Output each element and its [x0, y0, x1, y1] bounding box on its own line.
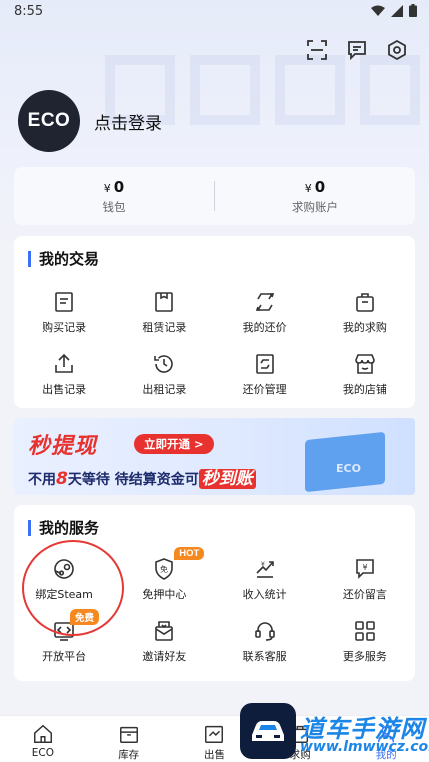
- history-icon: [154, 355, 174, 373]
- status-icons: [371, 4, 417, 17]
- gear-icon: [388, 40, 406, 60]
- login-link[interactable]: 点击登录: [94, 109, 162, 134]
- receipt-icon: [55, 292, 73, 312]
- site-watermark: 道车手游网 www.lmwwcz.com: [240, 703, 429, 762]
- invite-icon: [155, 621, 174, 641]
- service-item-invite-friends[interactable]: 邀请好友: [114, 619, 214, 681]
- message-icon: ¥: [356, 559, 374, 579]
- avatar[interactable]: ECO: [18, 90, 80, 152]
- car-icon: [252, 721, 284, 741]
- wifi-icon: [371, 5, 385, 16]
- scan-button[interactable]: [305, 38, 329, 62]
- settings-button[interactable]: [385, 38, 409, 62]
- promo-banner[interactable]: 秒提现 立即开通 > 不用8天等待 待结算资金可 秒到账 ECO: [14, 418, 415, 495]
- service-item-counteroffer-messages[interactable]: ¥ 还价留言: [315, 557, 415, 619]
- signal-icon: [391, 4, 403, 17]
- rent-doc-icon: [155, 292, 174, 312]
- watermark-url: www.lmwwcz.com: [300, 739, 429, 755]
- home-icon: [33, 724, 52, 743]
- trade-card: 我的交易 购买记录 租赁记录 我的还价 我的求购 出售记录 出租记录 还价管理: [14, 236, 415, 408]
- banner-subtitle: 不用8天等待 待结算资金可 秒到账: [28, 464, 256, 489]
- watermark-logo: [240, 703, 296, 759]
- support-icon: [254, 622, 275, 641]
- scan-icon: [307, 40, 327, 60]
- banner-title: 秒提现: [28, 434, 98, 459]
- svg-text:¥: ¥: [362, 563, 367, 572]
- trade-item-sale-records[interactable]: 出售记录: [14, 352, 114, 414]
- exchange-frame-icon: [255, 354, 274, 374]
- services-section-title: 我的服务: [28, 520, 99, 536]
- banner-activate-button[interactable]: 立即开通 >: [134, 434, 214, 454]
- hot-badge: HOT: [174, 547, 205, 560]
- banner-box-label: ECO: [336, 462, 361, 475]
- chat-icon: [348, 41, 366, 60]
- annotation-circle: [22, 540, 124, 636]
- trade-item-my-counteroffers[interactable]: 我的还价: [215, 290, 315, 352]
- shop-icon: [355, 354, 375, 374]
- upload-icon: [55, 353, 73, 373]
- buy-account-amount: ¥0: [304, 177, 326, 196]
- status-time: 8:55: [14, 4, 44, 19]
- exchange-icon: [255, 293, 274, 311]
- trade-section-title: 我的交易: [28, 251, 99, 267]
- trade-item-my-shop[interactable]: 我的店铺: [315, 352, 415, 414]
- battery-icon: [409, 4, 417, 17]
- bag-icon: [356, 293, 374, 312]
- profile-header[interactable]: ECO 点击登录: [18, 90, 162, 152]
- buy-account-label: 求购账户: [292, 199, 338, 214]
- service-item-income-stats[interactable]: ¥ 收入统计: [215, 557, 315, 619]
- trade-item-my-buy-orders[interactable]: 我的求购: [315, 290, 415, 352]
- trade-item-counteroffer-management[interactable]: 还价管理: [215, 352, 315, 414]
- avatar-text: ECO: [27, 110, 71, 131]
- income-chart-icon: ¥: [256, 561, 274, 578]
- wallet-card: ¥0 钱包 ¥0 求购账户: [14, 167, 415, 225]
- deposit-free-icon: 免: [155, 558, 174, 580]
- svg-text:¥: ¥: [261, 561, 265, 568]
- buy-account-balance[interactable]: ¥0 求购账户: [215, 167, 415, 225]
- service-item-customer-service[interactable]: 联系客服: [215, 619, 315, 681]
- status-bar: 8:55: [0, 0, 429, 24]
- inventory-icon: [119, 726, 138, 743]
- nav-item-eco[interactable]: ECO: [0, 716, 86, 762]
- svg-text:免: 免: [160, 564, 168, 574]
- nav-item-inventory[interactable]: 库存: [86, 716, 172, 762]
- trade-item-purchase-records[interactable]: 购买记录: [14, 290, 114, 352]
- wallet-balance[interactable]: ¥0 钱包: [14, 167, 214, 225]
- trade-item-rental-records[interactable]: 租赁记录: [114, 290, 214, 352]
- trade-item-lease-records[interactable]: 出租记录: [114, 352, 214, 414]
- sell-icon: [205, 725, 224, 743]
- service-item-more-services[interactable]: 更多服务: [315, 619, 415, 681]
- service-item-deposit-free[interactable]: 免 免押中心 HOT: [114, 547, 214, 619]
- messages-button[interactable]: [345, 38, 369, 62]
- trade-grid: 购买记录 租赁记录 我的还价 我的求购 出售记录 出租记录 还价管理 我的店铺: [14, 290, 415, 414]
- top-actions: [305, 38, 409, 62]
- grid-icon: [355, 621, 375, 641]
- wallet-label: 钱包: [102, 199, 126, 214]
- wallet-amount: ¥0: [103, 177, 125, 196]
